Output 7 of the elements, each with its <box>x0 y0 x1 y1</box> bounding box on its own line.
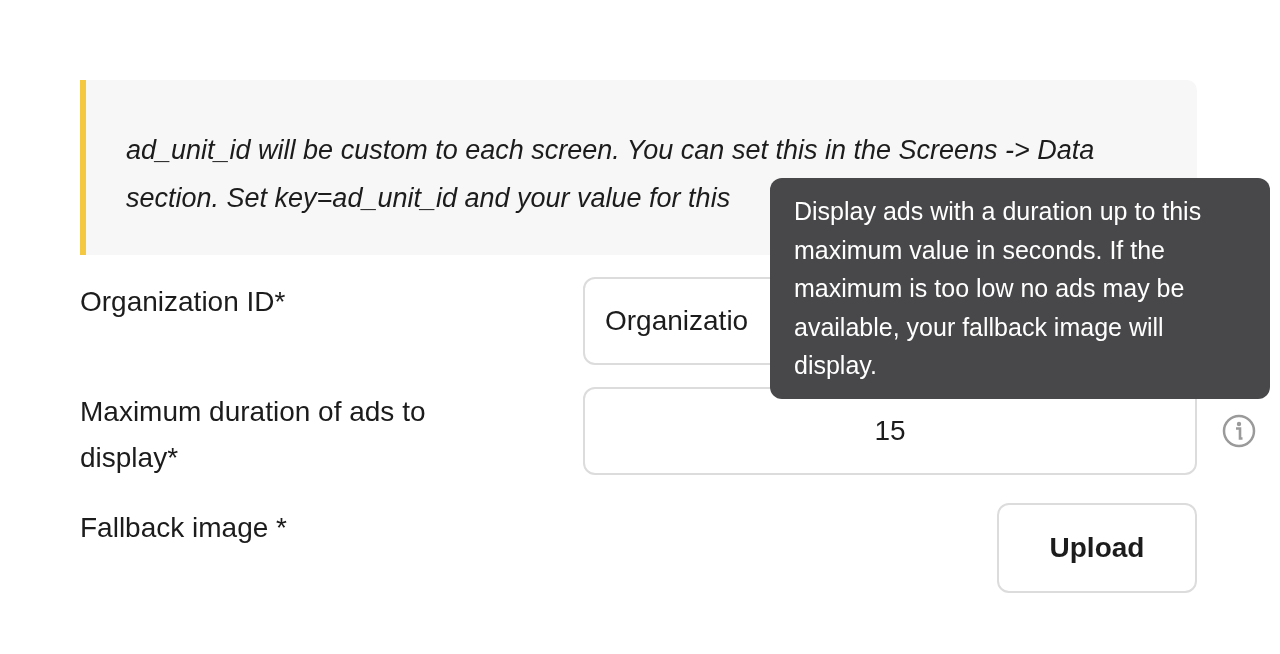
field-label: Fallback image * <box>80 511 288 545</box>
info-icon[interactable] <box>1221 414 1256 448</box>
field-label: Maximum duration of ads to display* <box>80 395 427 475</box>
upload-button[interactable]: Upload <box>997 503 1197 593</box>
tooltip: Display ads with a duration up to this maximum value in seconds. If the maximum is too low no ads may be available, your fallback image will display. <box>770 178 1270 399</box>
field-label: Organization ID* <box>80 285 287 319</box>
input-field[interactable]: 15 <box>583 387 1197 475</box>
